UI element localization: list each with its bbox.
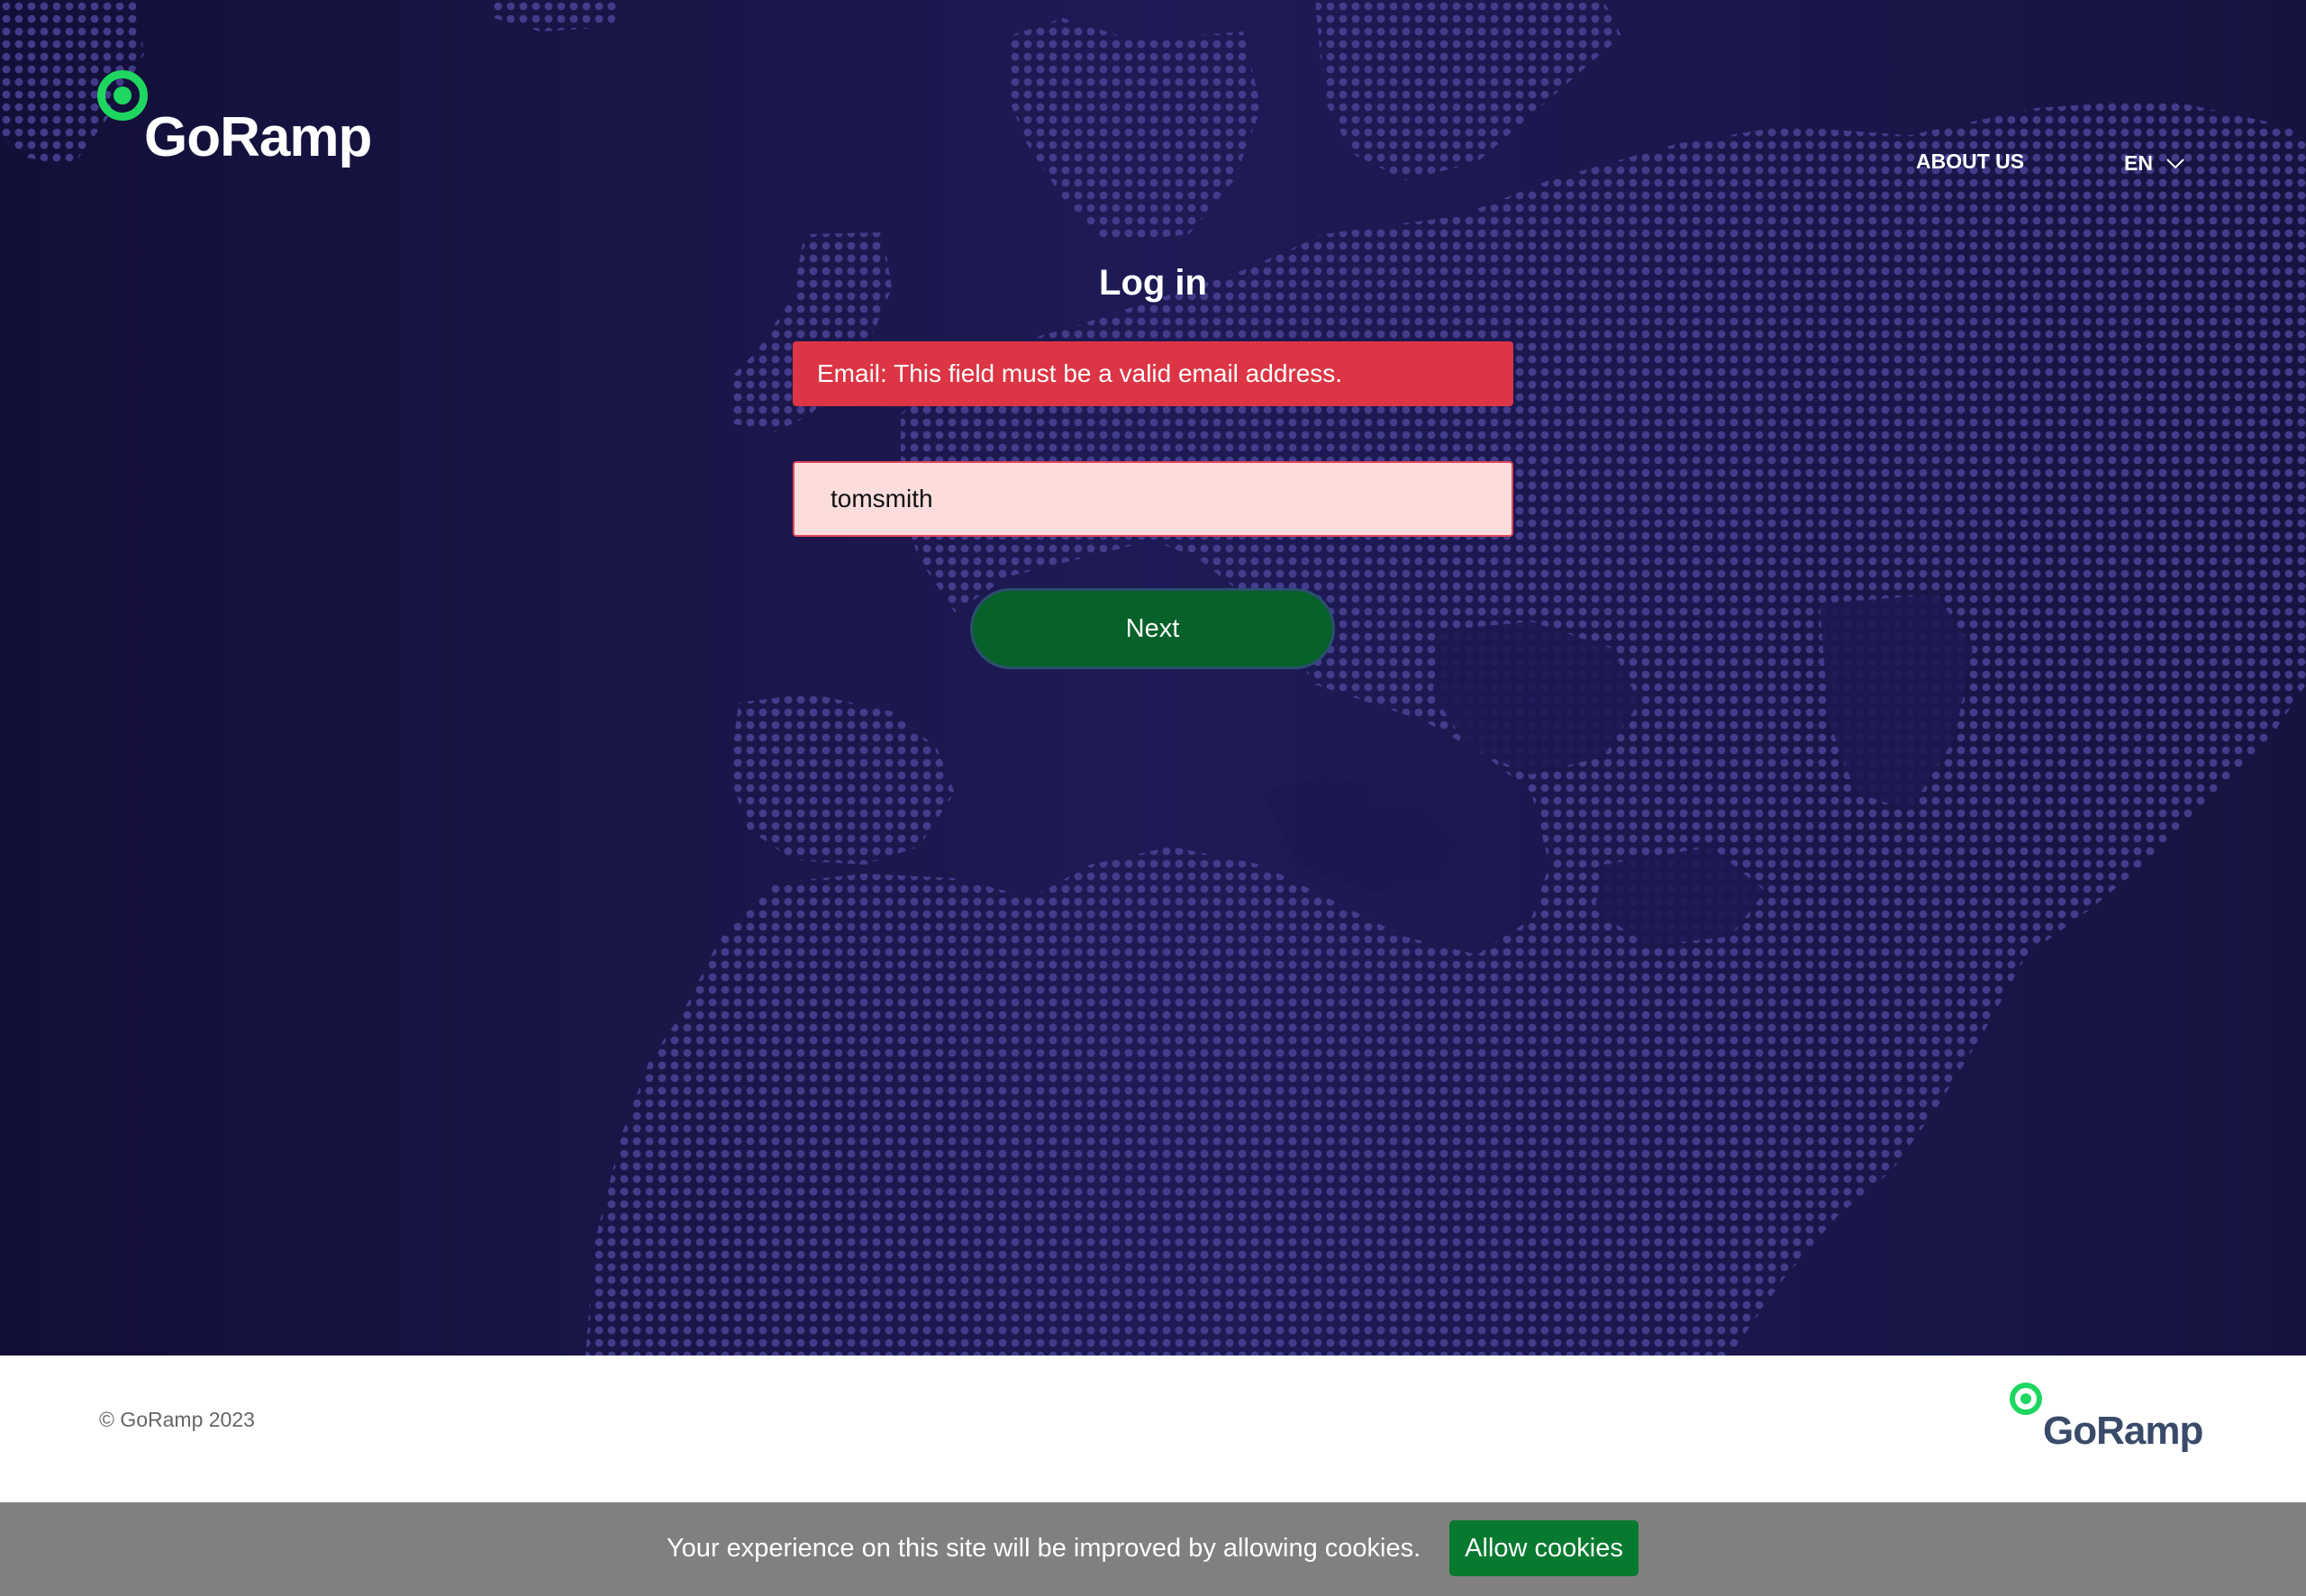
cookie-banner: Your experience on this site will be imp… (0, 1502, 2306, 1596)
page-title: Log in (1099, 263, 1207, 303)
allow-cookies-button[interactable]: Allow cookies (1449, 1520, 1639, 1576)
cookie-message: Your experience on this site will be imp… (667, 1534, 1421, 1563)
error-alert: Email: This field must be a valid email … (793, 341, 1513, 406)
target-icon (97, 70, 148, 121)
footer-logo: GoRamp (2010, 1383, 2217, 1464)
world-map-background (0, 0, 2306, 1356)
copyright-text: © GoRamp 2023 (99, 1408, 255, 1431)
brand-logo[interactable]: GoRamp (97, 70, 386, 178)
footer: © GoRamp 2023 GoRamp (0, 1356, 2306, 1502)
language-selector[interactable]: EN (2124, 151, 2185, 176)
about-us-link[interactable]: ABOUT US (1916, 150, 2024, 174)
footer-brand-name: GoRamp (2043, 1409, 2203, 1453)
brand-name: GoRamp (144, 106, 372, 168)
email-field[interactable] (793, 461, 1513, 537)
chevron-down-icon (2166, 158, 2184, 168)
error-message: Email: This field must be a valid email … (817, 359, 1343, 387)
target-icon (2010, 1383, 2042, 1415)
hero-section: GoRamp ABOUT US EN Log in Email: This fi… (0, 0, 2306, 1356)
next-button[interactable]: Next (970, 588, 1335, 669)
language-label: EN (2124, 151, 2153, 175)
